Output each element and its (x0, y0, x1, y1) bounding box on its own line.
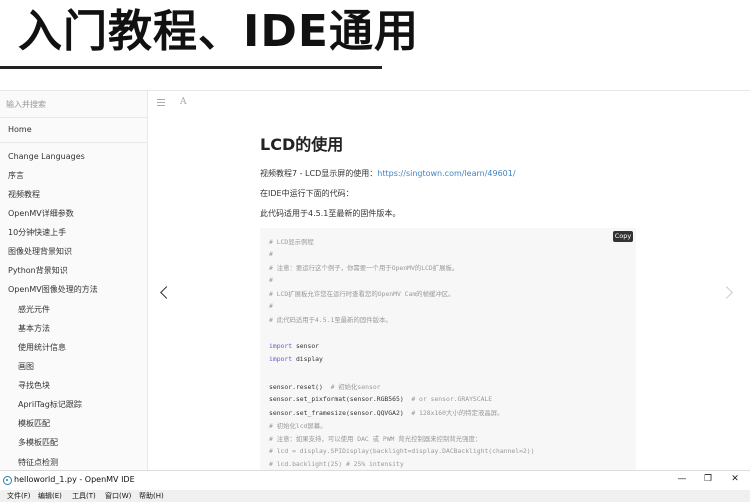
code-line: import display (269, 355, 323, 363)
code-line: # 此代码适用于4.5.1至最新的固件版本。 (269, 316, 392, 324)
banner-underline (0, 66, 382, 69)
code-line: # 初始化lcd屏幕。 (269, 422, 327, 430)
sidebar-subitem-apriltag[interactable]: AprilTag标记跟踪 (18, 399, 82, 411)
docs-toolbar: A (147, 91, 750, 117)
minimize-button[interactable]: — (676, 474, 688, 484)
version-note: 此代码适用于4.5.1至最新的固件版本。 (260, 209, 401, 218)
sidebar-item-home[interactable]: Home (0, 118, 147, 143)
banner-title: 入门教程、IDE通用 (18, 6, 419, 57)
sidebar-item-quickstart[interactable]: 10分钟快速上手 (8, 227, 66, 239)
code-line: # LCD扩展板允许您在运行时查看您的OpenMV Cam的帧缓冲区。 (269, 290, 455, 298)
code-line: sensor.set_pixformat(sensor.RGB565) # or… (269, 395, 493, 403)
code-line: # 注意：要运行这个例子，你需要一个用于OpenMV的LCD扩展板。 (269, 264, 459, 272)
search-box (0, 91, 147, 118)
openmv-app-icon (3, 476, 12, 485)
code-line: # 注意：如果支持，可以使用 DAC 或 PWM 背光控制器来控制背光强度： (269, 435, 482, 443)
sidebar-item-image-methods[interactable]: OpenMV图像处理的方法 (8, 284, 98, 296)
sidebar-subitem-multi-template[interactable]: 多模板匹配 (18, 437, 58, 449)
sidebar-item-change-languages[interactable]: Change Languages (8, 151, 85, 163)
code-block: Copy # LCD显示例程 # # 注意：要运行这个例子，你需要一个用于Ope… (260, 228, 636, 471)
window-titlebar: helloworld_1.py - OpenMV IDE — ❐ ✕ (0, 470, 750, 491)
video-link[interactable]: https://singtown.com/learn/49601/ (377, 169, 515, 178)
sidebar: Home Change Languages 序言 视频教程 OpenMV详细参数… (0, 91, 148, 471)
sidebar-item-python[interactable]: Python背景知识 (8, 265, 68, 277)
sidebar-subitem-keypoints[interactable]: 特征点检测 (18, 457, 58, 469)
restore-button[interactable]: ❐ (702, 474, 714, 484)
docs-viewer: Home Change Languages 序言 视频教程 OpenMV详细参数… (0, 90, 750, 471)
sidebar-subitem-find-blobs[interactable]: 寻找色块 (18, 380, 50, 392)
window-title: helloworld_1.py - OpenMV IDE (14, 475, 135, 484)
page-title: LCD的使用 (260, 135, 344, 154)
menu-help[interactable]: 帮助(H) (139, 491, 164, 501)
code-line: sensor.set_framesize(sensor.QQVGA2) # 12… (269, 409, 504, 417)
font-settings-icon[interactable]: A (180, 97, 187, 107)
slide-banner: 入门教程、IDE通用 (0, 0, 750, 90)
run-instruction: 在IDE中运行下面的代码： (260, 189, 354, 198)
code-line: sensor.reset() # 初始化sensor (269, 383, 381, 391)
sidebar-subitem-statistics[interactable]: 使用统计信息 (18, 342, 66, 354)
sidebar-item-video-tutorials[interactable]: 视频教程 (8, 189, 40, 201)
sidebar-subitem-template-match[interactable]: 模板匹配 (18, 418, 50, 430)
code-line: # (269, 250, 273, 258)
sidebar-item-label: Home (8, 125, 32, 134)
video-paragraph: 视频教程7 - LCD显示屏的使用：https://singtown.com/l… (260, 168, 516, 179)
code-line: # LCD显示例程 (269, 238, 314, 246)
sidebar-item-preface[interactable]: 序言 (8, 170, 24, 182)
menu-tools[interactable]: 工具(T) (72, 491, 96, 501)
code-line: # (269, 276, 273, 284)
copy-button[interactable]: Copy (613, 231, 633, 242)
prev-page-icon[interactable] (160, 286, 173, 299)
search-input[interactable] (6, 97, 136, 111)
sidebar-item-specs[interactable]: OpenMV详细参数 (8, 208, 74, 220)
sidebar-subitem-sensor[interactable]: 感光元件 (18, 304, 50, 316)
code-line: # (269, 302, 273, 310)
menu-icon[interactable] (157, 99, 165, 106)
code-line: import sensor (269, 342, 320, 350)
close-button[interactable]: ✕ (729, 474, 741, 484)
menu-window[interactable]: 窗口(W) (105, 491, 131, 501)
menu-edit[interactable]: 编辑(E) (38, 491, 62, 501)
code-line: # lcd = display.SPIDisplay(backlight=dis… (269, 447, 535, 455)
sidebar-item-image-basics[interactable]: 图像处理背景知识 (8, 246, 72, 258)
menubar: 文件(F) 编辑(E) 工具(T) 窗口(W) 帮助(H) (0, 490, 750, 502)
sidebar-subitem-basic-methods[interactable]: 基本方法 (18, 323, 50, 335)
code-line: # lcd.backlight(25) # 25% intensity (269, 460, 404, 468)
menu-file[interactable]: 文件(F) (7, 491, 31, 501)
next-page-icon[interactable] (720, 286, 733, 299)
sidebar-subitem-drawing[interactable]: 画图 (18, 361, 34, 373)
video-label: 视频教程7 - LCD显示屏的使用： (260, 169, 378, 178)
